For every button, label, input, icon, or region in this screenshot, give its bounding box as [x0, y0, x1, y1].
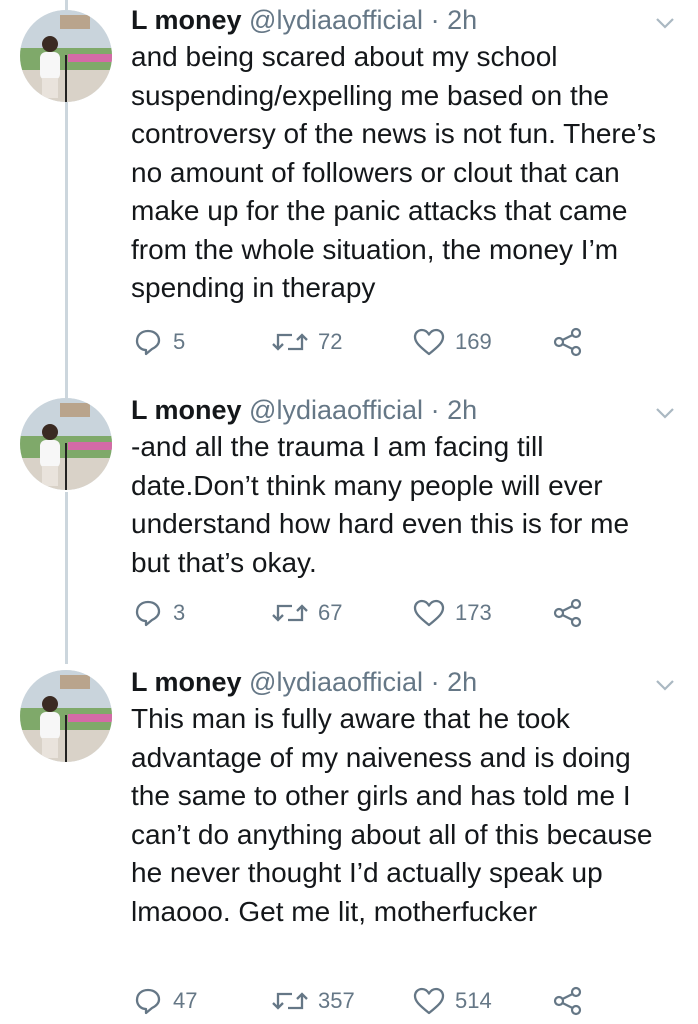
avatar[interactable]	[20, 398, 112, 490]
reply-button[interactable]: 47	[133, 986, 197, 1016]
avatar[interactable]	[20, 670, 112, 762]
retweet-button[interactable]: 72	[272, 327, 342, 357]
display-name[interactable]: L money	[131, 5, 242, 35]
timestamp[interactable]: 2h	[447, 395, 477, 425]
tweet[interactable]: L money @lydiaaofficial · 2h and being s…	[0, 0, 698, 385]
user-handle[interactable]: @lydiaaofficial	[249, 395, 423, 425]
retweet-count: 67	[318, 600, 343, 625]
tweet-header: L money @lydiaaofficial · 2h	[131, 666, 668, 698]
reply-button[interactable]: 5	[133, 327, 185, 357]
user-handle[interactable]: @lydiaaofficial	[249, 5, 423, 35]
tweet-text: This man is fully aware that he took adv…	[131, 703, 653, 927]
tweet-header: L money @lydiaaofficial · 2h	[131, 394, 668, 426]
like-icon	[413, 987, 445, 1015]
retweet-count: 72	[318, 329, 343, 354]
timestamp[interactable]: 2h	[447, 667, 477, 697]
reply-icon	[135, 988, 161, 1015]
like-button[interactable]: 514	[413, 986, 492, 1016]
tweet-text: -and all the trauma I am facing till dat…	[131, 431, 630, 578]
chevron-down-icon[interactable]	[652, 672, 678, 698]
retweet-count: 357	[318, 988, 355, 1013]
reply-count: 5	[173, 329, 186, 354]
like-count: 173	[455, 600, 492, 625]
user-handle[interactable]: @lydiaaofficial	[249, 667, 423, 697]
tweet[interactable]: L money @lydiaaofficial · 2h This man is…	[0, 664, 698, 1024]
display-name[interactable]: L money	[131, 667, 242, 697]
separator-dot: ·	[430, 5, 440, 35]
retweet-icon	[272, 992, 308, 1010]
share-icon	[553, 986, 582, 1016]
reply-count: 3	[173, 600, 186, 625]
share-button[interactable]	[553, 986, 583, 1016]
tweet-text: and being scared about my school suspend…	[131, 41, 657, 303]
display-name[interactable]: L money	[131, 395, 242, 425]
reply-button[interactable]: 3	[133, 598, 185, 628]
retweet-icon	[272, 333, 308, 351]
chevron-down-icon[interactable]	[652, 10, 678, 36]
share-button[interactable]	[553, 598, 583, 628]
separator-dot: ·	[430, 667, 440, 697]
retweet-icon	[272, 604, 308, 622]
like-icon	[413, 328, 445, 356]
avatar[interactable]	[20, 10, 112, 102]
share-button[interactable]	[553, 327, 583, 357]
tweet[interactable]: L money @lydiaaofficial · 2h -and all th…	[0, 392, 698, 662]
retweet-button[interactable]: 67	[272, 598, 342, 628]
share-icon	[553, 598, 582, 628]
retweet-button[interactable]: 357	[272, 986, 355, 1016]
tweet-header: L money @lydiaaofficial · 2h	[131, 4, 668, 36]
share-icon	[553, 327, 582, 357]
like-button[interactable]: 173	[413, 598, 492, 628]
reply-icon	[135, 329, 161, 356]
like-icon	[413, 599, 445, 627]
chevron-down-icon[interactable]	[652, 400, 678, 426]
reply-count: 47	[173, 988, 198, 1013]
reply-icon	[135, 600, 161, 627]
like-count: 169	[455, 329, 492, 354]
separator-dot: ·	[430, 395, 440, 425]
like-count: 514	[455, 988, 492, 1013]
timestamp[interactable]: 2h	[447, 5, 477, 35]
like-button[interactable]: 169	[413, 327, 492, 357]
